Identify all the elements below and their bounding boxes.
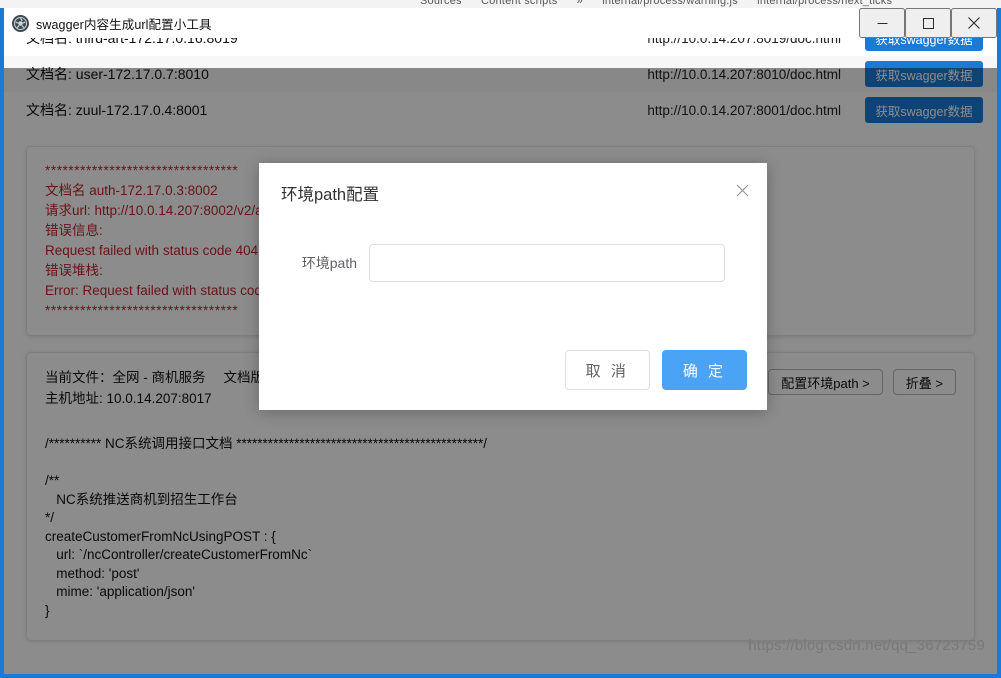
devtools-tab-overflow[interactable]: » xyxy=(577,0,583,7)
modal-overlay[interactable]: 环境path配置 环境path 取 消 确 定 xyxy=(4,68,997,674)
title-bar: swagger内容生成url配置小工具 xyxy=(4,8,997,38)
env-path-input[interactable] xyxy=(369,244,725,282)
window-title: swagger内容生成url配置小工具 xyxy=(36,17,212,32)
cancel-button[interactable]: 取 消 xyxy=(564,350,650,390)
fetch-swagger-button[interactable]: 获取swagger数据 xyxy=(865,38,983,51)
app-logo-icon xyxy=(12,14,29,32)
devtools-tab-content-scripts[interactable]: Content scripts xyxy=(481,0,557,7)
close-icon[interactable] xyxy=(731,179,753,201)
doc-name-label: 文档名: third-art-172.17.0.16:8019 xyxy=(26,38,238,46)
dialog-footer: 取 消 确 定 xyxy=(564,350,747,390)
doc-url-label: http://10.0.14.207:8019/doc.html xyxy=(647,38,841,46)
table-row[interactable]: 文档名: third-art-172.17.0.16:8019 http://1… xyxy=(4,38,997,56)
confirm-button[interactable]: 确 定 xyxy=(661,350,747,390)
devtools-tab-warning-js[interactable]: internal/process/warning.js xyxy=(602,0,738,7)
application-window: swagger内容生成url配置小工具 文档名: third-art-172.1… xyxy=(0,8,1001,678)
dialog-header: 环境path配置 xyxy=(259,163,767,205)
devtools-tab-strip: Sources Content scripts » internal/proce… xyxy=(420,0,908,7)
application-body: 文档名: third-art-172.17.0.16:8019 http://1… xyxy=(4,38,997,674)
env-path-config-dialog: 环境path配置 环境path 取 消 确 定 xyxy=(259,163,767,410)
devtools-tab-next-ticks[interactable]: internal/process/next_ticks xyxy=(757,0,892,7)
window-controls xyxy=(859,8,997,38)
maximize-button[interactable] xyxy=(905,8,951,38)
env-path-label: 环境path xyxy=(301,255,357,271)
minimize-button[interactable] xyxy=(859,8,905,38)
close-button[interactable] xyxy=(951,8,997,38)
dialog-body: 环境path xyxy=(259,205,767,282)
devtools-tab-sources[interactable]: Sources xyxy=(420,0,462,7)
dialog-title: 环境path配置 xyxy=(281,186,380,204)
